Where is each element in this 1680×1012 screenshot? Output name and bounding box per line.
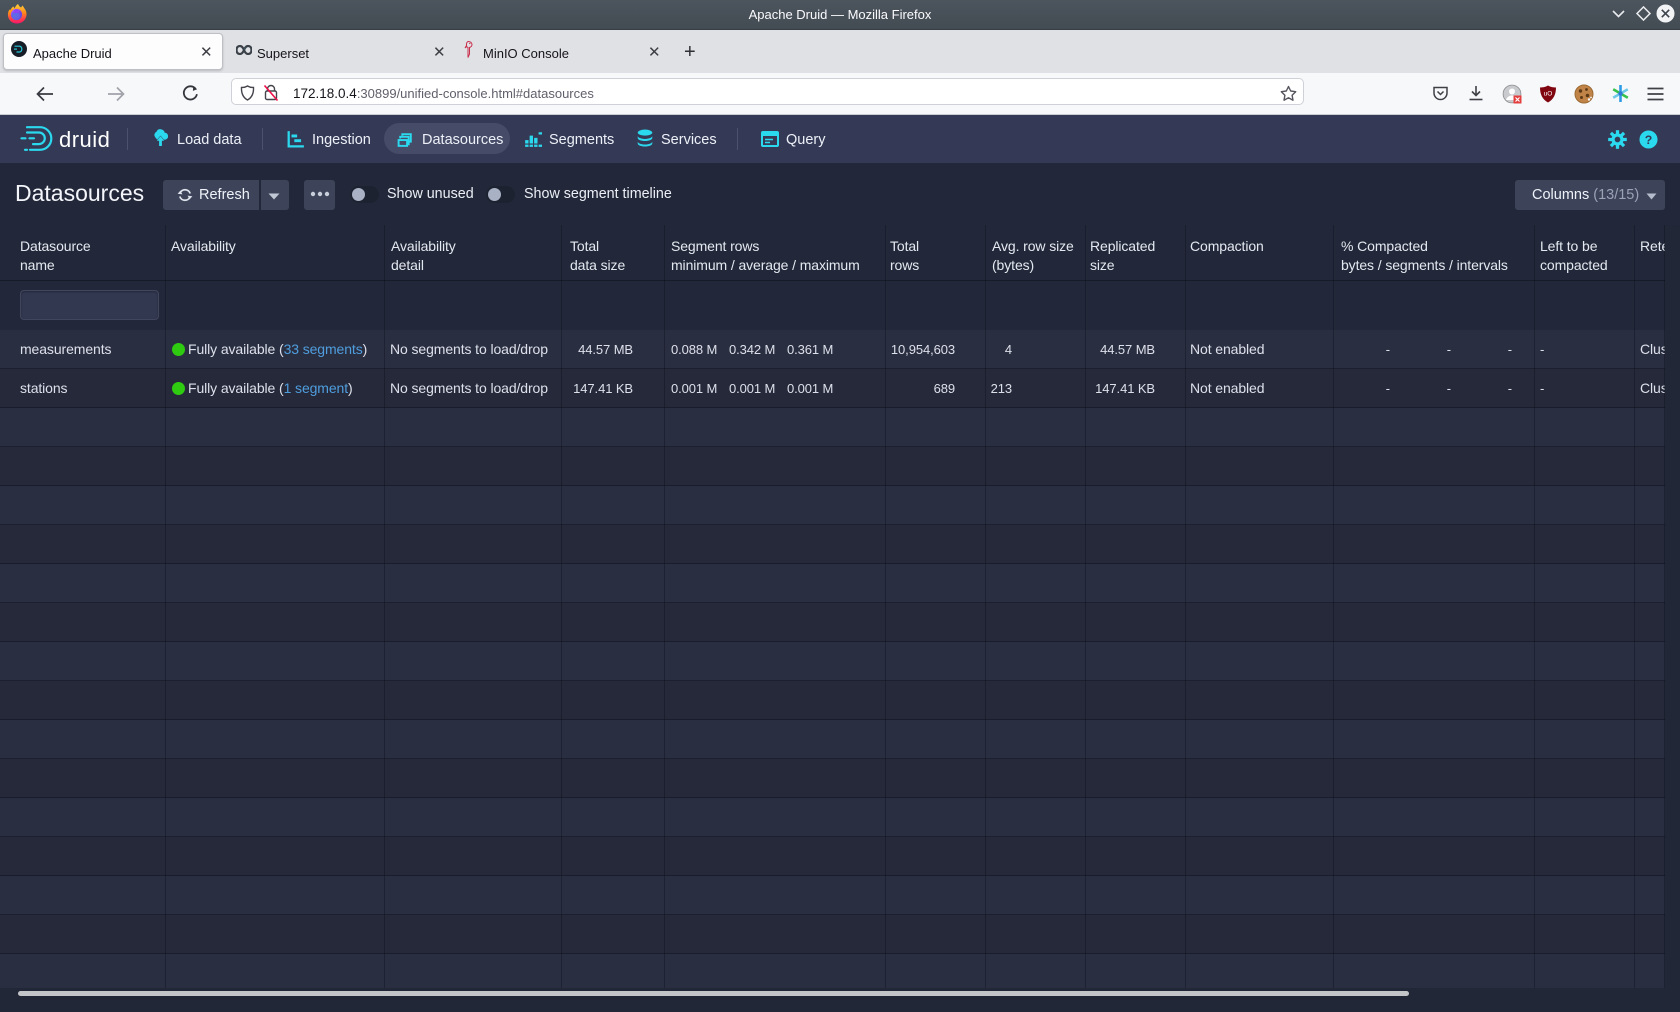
svg-text:?: ? xyxy=(1645,133,1653,147)
svg-text:uO: uO xyxy=(1544,91,1553,98)
